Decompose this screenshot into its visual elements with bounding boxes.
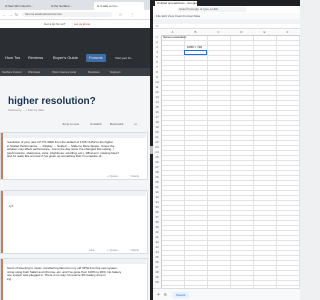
browser-window: A New Win Used fo... Is the Surface... I…	[0, 0, 150, 300]
menu-icon[interactable]: ⋮	[130, 12, 135, 17]
browser-tab-1[interactable]: A New Win Used fo...	[2, 2, 46, 10]
reply-button[interactable]: ↑ Reply	[129, 248, 139, 252]
post-line: ...ly?	[7, 204, 14, 208]
quote-button[interactable]: + Quote	[107, 174, 118, 178]
subnav-windows[interactable]: Windows	[28, 68, 40, 76]
column-header[interactable]: D	[230, 30, 253, 35]
nav-buyers-guide[interactable]: Buyer's Guide	[50, 54, 81, 62]
subnav-support[interactable]: Support	[110, 68, 121, 76]
nav-forums[interactable]: Forums	[86, 54, 106, 62]
nav-user[interactable]: Visit your br...	[112, 54, 136, 62]
forum-post: hours of listening to music, transferrin…	[0, 258, 148, 300]
back-icon[interactable]: ←	[2, 12, 7, 17]
sheet-tabs-bar: + ≡ Sheet1	[153, 288, 300, 300]
formula-bar[interactable]: fx	[153, 24, 300, 29]
selected-cell[interactable]	[184, 50, 207, 55]
forum-post: resolution of your new 13" PS 3000 from …	[0, 132, 148, 180]
browser-tab-2[interactable]: Is the Surface...	[48, 2, 92, 10]
subnav-reviews[interactable]: Reviews	[88, 68, 99, 76]
sheet-address-row: Search Google or type a URL	[153, 6, 300, 13]
promo-link[interactable]: Let us know	[74, 20, 90, 28]
row-header[interactable]: 50	[153, 280, 161, 285]
post-line: and I'd really like to know if I've give…	[7, 154, 104, 159]
sheet-search-input[interactable]: Search Google or type a URL	[177, 7, 247, 12]
forum-subnav: Surface Forum Windows Xbox Games (and Re…	[0, 68, 150, 76]
forum-post: ...ly? Like + Quote ↑ Reply	[0, 190, 148, 254]
quote-button[interactable]: + Quote	[107, 248, 118, 252]
subnav-xbox[interactable]: Xbox Games (and	[52, 68, 76, 76]
like-button[interactable]: Like	[89, 248, 95, 252]
column-header[interactable]: E	[253, 30, 276, 35]
reply-button[interactable]: ↑ Reply	[129, 174, 139, 178]
browser-tab-3[interactable]: Is it safe to run...	[94, 2, 144, 10]
column-header[interactable]: C	[207, 30, 230, 35]
jump-new-button[interactable]: Jump to new	[62, 122, 79, 126]
nav-how-tos[interactable]: How Tos	[2, 54, 23, 62]
all-sheets-icon[interactable]: ≡	[164, 292, 167, 298]
nav-reviews[interactable]: Reviews	[25, 54, 46, 62]
bookmark-button[interactable]: Bookmark	[110, 122, 124, 126]
thread-title: higher resolution?	[8, 96, 96, 107]
address-bar-row: ← → ↻ forums.windowscentral.com ☆ ⋮	[0, 10, 150, 20]
post-line: ing...	[7, 276, 14, 281]
subnav-surface[interactable]: Surface Forum	[2, 68, 22, 76]
refresh-icon[interactable]: ↻	[14, 12, 19, 17]
sheet-tab-sheet1[interactable]: Sheet1	[173, 292, 189, 298]
forum-header: How Tos Reviews Buyer's Guide Forums Vis…	[0, 28, 150, 68]
cell-b3[interactable]: 1080 × 720	[186, 45, 202, 50]
star-icon[interactable]: ☆	[118, 12, 123, 17]
row-headers: 1 2 3 4 5 6 7 8 9 10 11 12 13 14 15 16 17 18 19 20 21 22 23 24 2…	[153, 35, 162, 288]
thread-meta: Started by ... • Sort by date	[8, 108, 44, 112]
spreadsheet-window: Untitled spreadsheet - Google Search Goo…	[153, 0, 300, 300]
browser-tabbar: A New Win Used fo... Is the Surface... I…	[0, 0, 150, 10]
column-header[interactable]: B	[184, 30, 207, 35]
promo-banner: Got a tip for us? Let us know	[0, 20, 150, 28]
url-input[interactable]: forums.windowscentral.com	[22, 12, 112, 17]
cell-a1[interactable]: Screen resolution	[162, 35, 186, 40]
unwatch-button[interactable]: Unwatch	[90, 122, 102, 126]
column-header[interactable]: F	[276, 30, 299, 35]
promo-text: Got a tip for us?	[44, 22, 66, 26]
add-sheet-icon[interactable]: +	[157, 292, 160, 298]
post-line: uce system was plugged in. There is no w…	[7, 273, 106, 278]
forward-icon[interactable]: →	[8, 12, 13, 17]
more-options-button[interactable]: •••	[134, 122, 137, 126]
sheet-grid[interactable]	[153, 30, 300, 288]
